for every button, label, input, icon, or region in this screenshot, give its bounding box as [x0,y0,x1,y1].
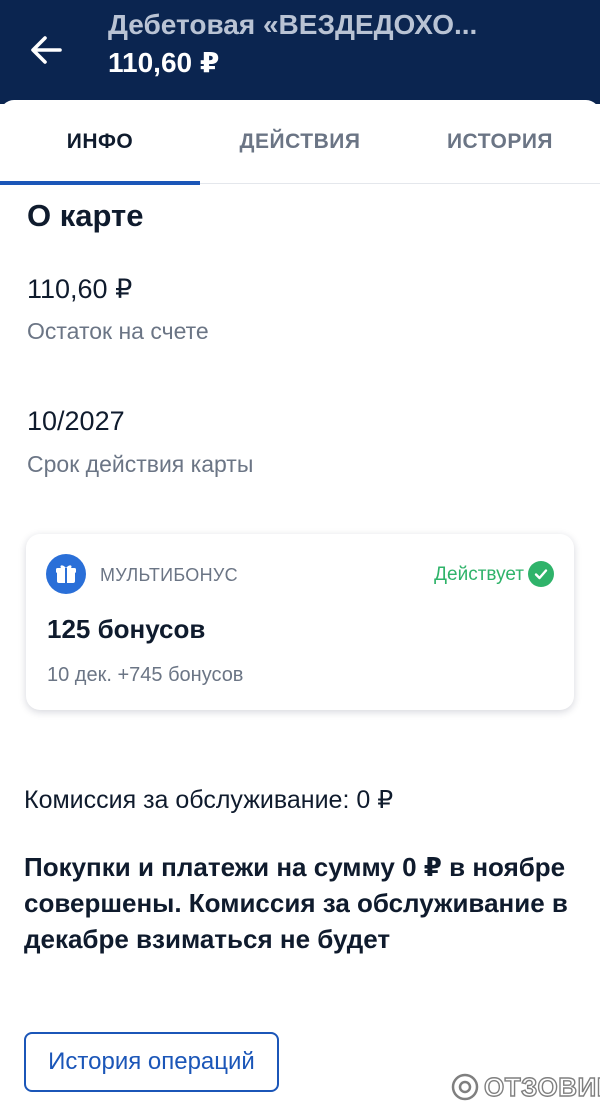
header-balance: 110,60 ₽ [108,47,220,78]
bonus-status-text: Действует [434,564,524,585]
tab-info[interactable]: ИНФО [0,100,200,185]
account-balance-value: 110,60 ₽ [27,274,133,304]
gift-icon [46,554,86,594]
operations-history-button[interactable]: История операций [24,1032,279,1092]
bonus-accrual-info: 10 дек. +745 бонусов [47,664,244,686]
commission-notice: Покупки и платежи на сумму 0 ₽ в ноябре … [24,852,568,954]
watermark-text: ОТЗОВИК [483,1071,600,1102]
tab-history[interactable]: ИСТОРИЯ [400,100,600,184]
bonus-brand-label: МУЛЬТИБОНУС [100,565,238,585]
watermark: ОТЗОВИК [450,1070,600,1104]
check-circle-icon [528,561,554,587]
account-balance-label: Остаток на счете [27,318,209,344]
multibonus-card[interactable]: МУЛЬТИБОНУС Действует 125 бонусов 10 дек… [26,534,574,710]
card-expiry-label: Срок действия карты [27,451,254,477]
service-commission: Комиссия за обслуживание: 0 ₽ [24,786,394,814]
tab-bar: ИНФО ДЕЙСТВИЯ ИСТОРИЯ [0,100,600,185]
bonus-balance: 125 бонусов [47,614,206,644]
back-arrow-icon [31,36,62,64]
section-title: О карте [27,198,144,233]
app-header: Дебетовая «ВЕЗДЕДОХО... 110,60 ₽ [0,0,600,104]
tab-actions[interactable]: ДЕЙСТВИЯ [200,100,400,184]
watermark-logo-icon [451,1073,479,1101]
card-expiry-value: 10/2027 [27,406,125,436]
back-button[interactable] [22,26,70,74]
card-name-title: Дебетовая «ВЕЗДЕДОХО... [108,9,478,40]
